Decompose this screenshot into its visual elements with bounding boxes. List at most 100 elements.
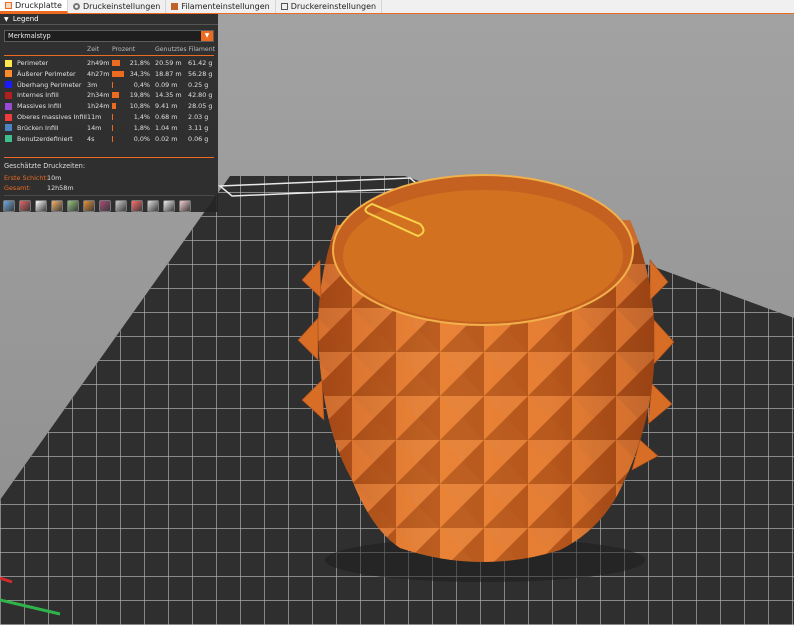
feature-time: 3m xyxy=(87,80,98,89)
color-swatch xyxy=(5,91,12,99)
tab-bar: Druckplatte Druckeinstellungen Filamente… xyxy=(0,0,794,14)
total-label: Gesamt: xyxy=(4,184,32,192)
feature-percent: 1,4% xyxy=(133,113,150,121)
plate-icon xyxy=(5,2,12,9)
tab-label: Druckereinstellungen xyxy=(290,2,377,11)
total-value: 12h58m xyxy=(47,184,74,192)
divider xyxy=(4,157,214,158)
legend-item[interactable]: Brücken Infill 14m 1,8% 1.04 m 3.11 g xyxy=(0,123,218,133)
tab-label: Druckeinstellungen xyxy=(82,2,161,11)
chevron-down-icon[interactable]: ▼ xyxy=(201,31,213,41)
feature-weight: 56.28 g xyxy=(188,69,213,78)
view-type-value: Merkmalstyp xyxy=(8,32,51,40)
center-of-gravity-icon[interactable] xyxy=(147,200,159,212)
color-swatch xyxy=(5,59,12,67)
legend-toolbar xyxy=(3,199,215,213)
legend-title: Legend xyxy=(12,15,39,23)
legend-item[interactable]: Internes Infill 2h34m 19,8% 14.35 m 42.80 g xyxy=(0,90,218,100)
feature-percent: 21,8% xyxy=(129,59,150,67)
feature-length: 1.04 m xyxy=(155,123,178,132)
divider xyxy=(4,55,214,56)
feature-length: 9.41 m xyxy=(155,102,178,111)
col-filament: Genutztes Filament xyxy=(155,46,216,53)
feature-time: 14m xyxy=(87,123,102,132)
pause-icon[interactable] xyxy=(115,200,127,212)
legend-item[interactable]: Benutzerdefiniert 4s 0,0% 0.02 m 0.06 g xyxy=(0,134,218,144)
legend-item[interactable]: Äußerer Perimeter 4h27m 34,3% 18.87 m 56.28 … xyxy=(0,69,218,79)
legend-header[interactable]: ▼ Legend xyxy=(0,14,218,25)
feature-weight: 2.03 g xyxy=(188,113,209,121)
feature-length: 0.02 m xyxy=(155,134,178,143)
wipe-icon[interactable] xyxy=(19,200,31,212)
gear-icon xyxy=(72,3,80,10)
feature-weight: 61.42 g xyxy=(188,59,213,67)
total-row: Gesamt: 12h58m xyxy=(4,184,74,192)
color-changes-icon[interactable] xyxy=(99,200,111,212)
feature-name: Äußerer Perimeter xyxy=(17,69,76,78)
tool-changes-icon[interactable] xyxy=(83,200,95,212)
first-layer-value: 10m xyxy=(47,174,62,182)
feature-length: 14.35 m xyxy=(155,91,182,100)
legend-item[interactable]: Perimeter 2h49m 21,8% 20.59 m 61.42 g xyxy=(0,58,218,68)
percent-bar xyxy=(112,81,113,88)
feature-time: 2h49m xyxy=(87,59,110,67)
seams-icon[interactable] xyxy=(67,200,79,212)
tab-druckplatte[interactable]: Druckplatte xyxy=(0,0,68,13)
tab-label: Druckplatte xyxy=(15,1,62,10)
color-swatch xyxy=(5,124,12,132)
percent-bar xyxy=(112,92,119,99)
legend-item[interactable]: Überhang Perimeter 3m 0,4% 0.09 m 0.25 g xyxy=(0,80,218,90)
feature-length: 20.59 m xyxy=(155,59,182,67)
percent-bar xyxy=(112,135,113,142)
tool-marker-icon[interactable] xyxy=(179,200,191,212)
color-swatch xyxy=(5,102,12,110)
percent-bar xyxy=(112,124,113,131)
feature-time: 4s xyxy=(87,134,95,143)
feature-weight: 0.06 g xyxy=(188,134,209,143)
feature-time: 11m xyxy=(87,113,102,121)
color-swatch xyxy=(5,113,12,121)
col-time: Zeit xyxy=(87,46,100,53)
feature-name: Internes Infill xyxy=(17,91,59,100)
shells-icon[interactable] xyxy=(163,200,175,212)
tab-druckereinstellungen[interactable]: Druckereinstellungen xyxy=(276,0,383,13)
spool-icon xyxy=(171,3,179,10)
feature-name: Benutzerdefiniert xyxy=(17,134,73,143)
first-layer-label: Erste Schicht: xyxy=(4,174,49,182)
feature-name: Oberes massives Infill xyxy=(17,113,87,121)
feature-name: Überhang Perimeter xyxy=(17,80,82,89)
feature-weight: 3.11 g xyxy=(188,123,209,132)
percent-bar xyxy=(112,103,116,110)
feature-weight: 0.25 g xyxy=(188,80,209,89)
color-swatch xyxy=(5,135,12,143)
custom-gcode-icon[interactable] xyxy=(131,200,143,212)
legend-item[interactable]: Massives Infill 1h24m 10,8% 9.41 m 28.05 g xyxy=(0,101,218,111)
feature-weight: 28.05 g xyxy=(188,102,213,111)
tab-filamenteinstellungen[interactable]: Filamenteinstellungen xyxy=(166,0,276,13)
feature-percent: 34,3% xyxy=(129,69,150,78)
view-type-select[interactable]: Merkmalstyp ▼ xyxy=(4,30,214,42)
retractions-icon[interactable] xyxy=(35,200,47,212)
feature-length: 0.09 m xyxy=(155,80,178,89)
tab-druckeinstellungen[interactable]: Druckeinstellungen xyxy=(68,0,167,13)
feature-name: Perimeter xyxy=(17,59,49,67)
col-percent: Prozent xyxy=(112,46,136,53)
legend-item[interactable]: Oberes massives Infill 11m 1,4% 0.68 m 2.03 … xyxy=(0,112,218,122)
travel-icon[interactable] xyxy=(3,200,15,212)
percent-bar xyxy=(112,60,120,66)
feature-name: Brücken Infill xyxy=(17,123,59,132)
feature-percent: 10,8% xyxy=(129,102,150,111)
collapse-triangle-icon[interactable]: ▼ xyxy=(4,16,9,23)
feature-time: 2h34m xyxy=(87,91,110,100)
percent-bar xyxy=(112,114,113,120)
feature-percent: 1,8% xyxy=(133,123,150,132)
deretractions-icon[interactable] xyxy=(51,200,63,212)
feature-percent: 19,8% xyxy=(129,91,150,100)
tab-label: Filamenteinstellungen xyxy=(181,2,270,11)
first-layer-row: Erste Schicht: 10m xyxy=(4,174,61,182)
color-swatch xyxy=(5,70,12,78)
feature-length: 0.68 m xyxy=(155,113,178,121)
color-swatch xyxy=(5,81,12,89)
estimated-times-title: Geschätzte Druckzeiten: xyxy=(4,162,86,170)
feature-time: 4h27m xyxy=(87,69,110,78)
